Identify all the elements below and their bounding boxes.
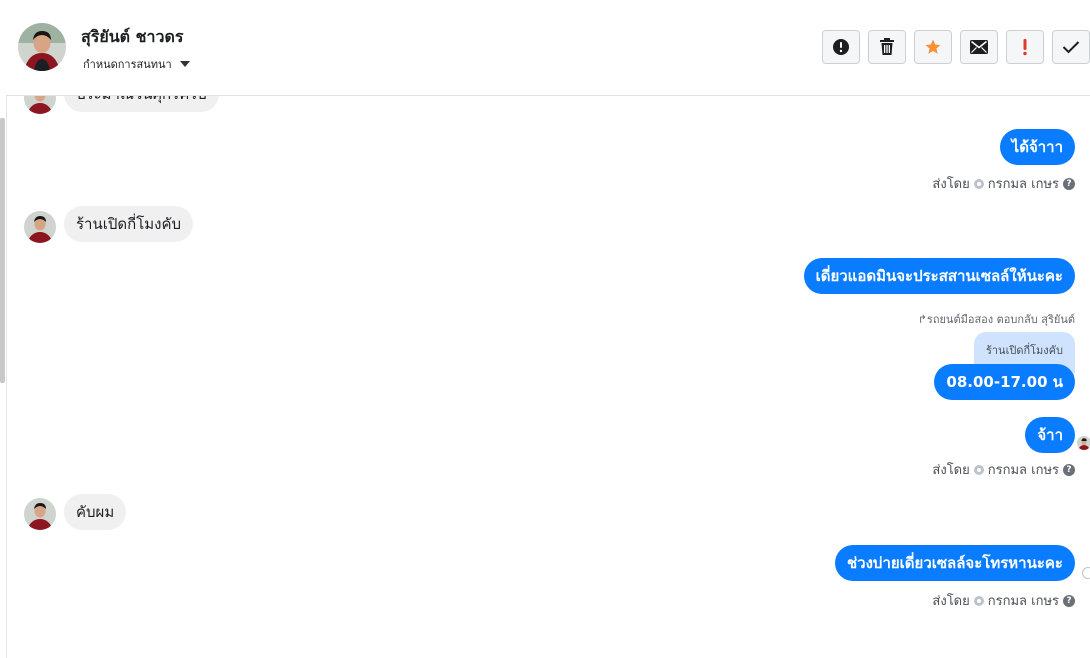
star-icon (925, 39, 941, 54)
mark-unread-button[interactable] (960, 30, 998, 64)
agent-name: กรกมล เกษร (987, 177, 1059, 192)
sent-status-icon (1082, 567, 1090, 579)
conversation-label-text: กำหนดการสนทนา (83, 58, 172, 71)
chevron-down-icon (179, 61, 190, 67)
help-icon[interactable]: ? (1063, 594, 1075, 607)
left-scrollbar[interactable] (0, 118, 5, 383)
conversation-header: สุริยันต์ ชาวดร กำหนดการสนทนา (6, 0, 1090, 96)
header-actions (822, 30, 1090, 64)
read-receipt-avatar (1077, 436, 1090, 450)
report-spam-icon (833, 39, 849, 55)
sender-avatar (24, 96, 56, 114)
sender-avatar (24, 498, 56, 530)
sent-by-label: ส่งโดย (932, 463, 970, 478)
mark-done-button[interactable] (1052, 30, 1090, 64)
sent-by-meta: ส่งโดย กรกมล เกษร ? (932, 173, 1075, 194)
sent-by-meta: ส่งโดย กรกมล เกษร ? (932, 590, 1075, 611)
outgoing-message: ช่วงบ่ายเดี่ยวเซลล์จะโทรหานะคะ (835, 545, 1075, 581)
help-icon[interactable]: ? (1063, 177, 1075, 190)
important-icon (1023, 39, 1027, 56)
check-icon (1062, 41, 1080, 54)
mark-important-button[interactable] (1006, 30, 1044, 64)
star-button[interactable] (914, 30, 952, 64)
agent-status-icon (973, 178, 984, 189)
delete-button[interactable] (868, 30, 906, 64)
agent-status-icon (973, 464, 984, 475)
contact-name: สุริยันต์ ชาวดร (81, 27, 184, 46)
outgoing-message: 08.00-17.00 น (934, 364, 1075, 400)
reply-arrow-icon: ↱ (917, 313, 927, 326)
agent-name: กรกมล เกษร (987, 594, 1059, 609)
trash-icon (880, 38, 894, 55)
outgoing-message: เดี่ยวแอดมินจะประสสานเซลล์ให้นะคะ (803, 258, 1075, 294)
message-thread[interactable]: ประมาณวันศุกร์ครับ ได้จ้าาา ส่งโดย กรกมล… (6, 96, 1090, 658)
incoming-message: ประมาณวันศุกร์ครับ (64, 96, 219, 112)
incoming-message: ร้านเปิดกี่โมงคับ (64, 206, 194, 242)
outgoing-message: ได้จ้าาา (999, 129, 1075, 165)
reply-note: ↱รถยนต์มือสอง ตอบกลับ สุริยันต์ (917, 313, 1075, 326)
contact-avatar[interactable] (18, 23, 66, 71)
sent-by-label: ส่งโดย (932, 594, 970, 609)
conversation-label-dropdown[interactable]: กำหนดการสนทนา (83, 55, 190, 73)
report-spam-button[interactable] (822, 30, 860, 64)
incoming-message: คับผม (64, 494, 127, 530)
agent-name: กรกมล เกษร (987, 463, 1059, 478)
agent-status-icon (973, 595, 984, 606)
sender-avatar (24, 211, 56, 243)
sent-by-meta: ส่งโดย กรกมล เกษร ? (932, 459, 1075, 480)
help-icon[interactable]: ? (1063, 463, 1075, 476)
mail-icon (970, 40, 988, 54)
outgoing-message: จ้าา (1025, 417, 1075, 453)
sent-by-label: ส่งโดย (932, 177, 970, 192)
